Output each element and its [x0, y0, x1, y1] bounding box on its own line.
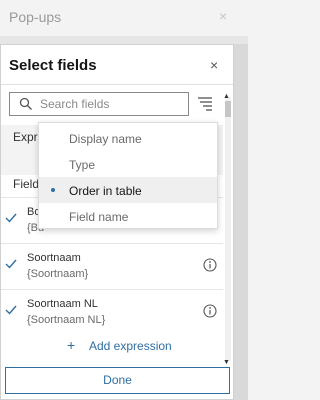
done-button[interactable]: Done [5, 367, 230, 394]
sort-option-order-in-table[interactable]: Order in table [39, 177, 217, 203]
check-icon[interactable] [5, 304, 17, 316]
scroll-down-icon[interactable]: ▼ [223, 359, 230, 366]
field-row[interactable]: Soortnaam {Soortnaam} [1, 243, 223, 289]
scroll-up-icon[interactable]: ▲ [223, 93, 230, 100]
search-icon [19, 97, 32, 110]
fields-label: Field [13, 177, 40, 191]
search-box [9, 92, 189, 116]
background-close-icon[interactable]: × [219, 8, 227, 24]
sort-option-label: Order in table [69, 184, 142, 198]
field-token: {Soortnaam} [27, 268, 89, 280]
search-input[interactable] [40, 96, 185, 112]
info-icon[interactable] [203, 304, 217, 318]
sort-option-field-name[interactable]: Field name [39, 203, 217, 229]
background-strip [0, 36, 248, 44]
scrollbar-track [225, 97, 231, 361]
background-header: Pop-ups × [0, 0, 248, 36]
sort-option-label: Field name [69, 210, 129, 224]
panel-title: Select fields [9, 57, 97, 74]
sort-option-display-name[interactable]: Display name [39, 125, 217, 151]
background-title: Pop-ups [9, 9, 62, 25]
sort-option-label: Type [69, 158, 96, 172]
field-list-scrollbar[interactable]: ▲ ▼ [223, 93, 233, 366]
selected-dot-icon [51, 188, 55, 192]
scrollbar-thumb[interactable] [225, 101, 231, 117]
field-name: Soortnaam NL [27, 298, 98, 310]
check-icon[interactable] [5, 258, 17, 270]
background-scroll-area [234, 44, 248, 400]
check-icon[interactable] [5, 212, 17, 224]
info-icon[interactable] [203, 258, 217, 272]
add-expression-button[interactable]: + Add expression [1, 335, 233, 359]
plus-icon: + [67, 337, 76, 353]
sort-option-type[interactable]: Type [39, 151, 217, 177]
add-expression-label[interactable]: Add expression [89, 339, 172, 353]
sort-icon[interactable] [197, 95, 213, 111]
field-name: Soortnaam [27, 252, 81, 264]
field-token: {Soortnaam NL} [27, 314, 106, 326]
close-icon[interactable]: × [210, 57, 218, 73]
panel-header: Select fields × [1, 45, 233, 85]
field-row[interactable]: Soortnaam NL {Soortnaam NL} [1, 289, 223, 335]
sort-option-label: Display name [69, 132, 142, 146]
sort-menu: Display name Type Order in table Field n… [38, 122, 218, 229]
